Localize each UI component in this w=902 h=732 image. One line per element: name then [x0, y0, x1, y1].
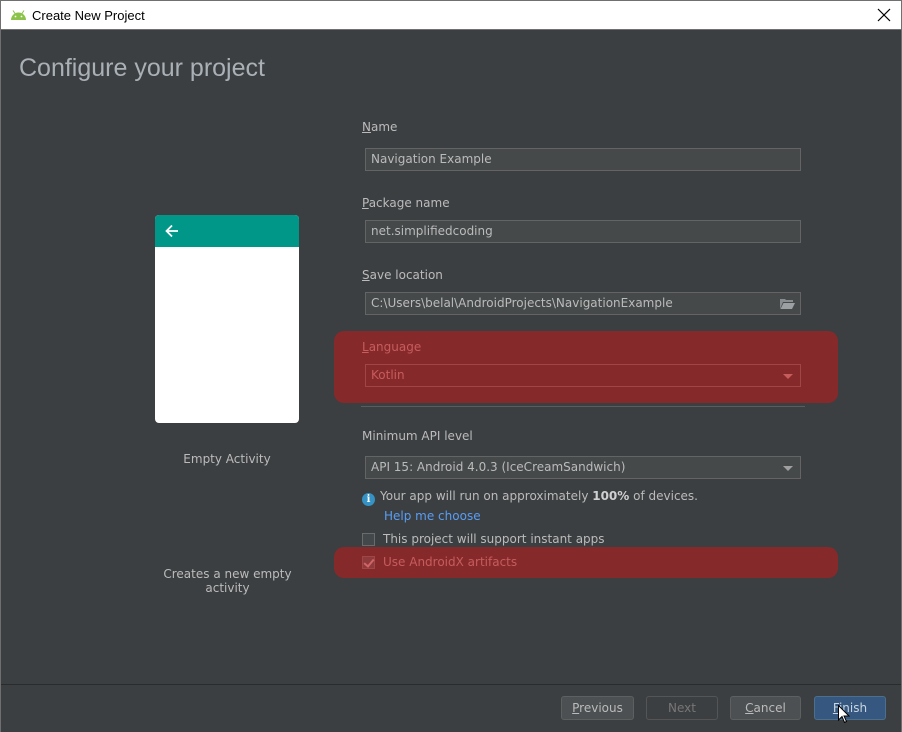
checkbox[interactable] [362, 533, 375, 546]
footer-divider [1, 684, 901, 685]
language-dropdown[interactable]: Kotlin [365, 364, 801, 387]
help-me-choose-link[interactable]: Help me choose [384, 509, 481, 523]
language-label: Language [362, 340, 422, 354]
save-location-field[interactable]: C:\Users\belal\AndroidProjects\Navigatio… [365, 292, 801, 315]
min-api-label: Minimum API level [362, 429, 473, 443]
previous-button[interactable]: Previous [561, 696, 634, 720]
preview-toolbar [155, 215, 299, 247]
language-value: Kotlin [371, 368, 405, 382]
device-coverage-info: i Your app will run on approximately 100%… [362, 489, 698, 506]
back-arrow-icon [165, 224, 178, 238]
window-title: Create New Project [32, 8, 145, 23]
separator [361, 406, 805, 407]
page-title: Configure your project [19, 54, 265, 82]
close-icon[interactable] [876, 7, 892, 23]
chevron-down-icon [783, 374, 793, 379]
min-api-value: API 15: Android 4.0.3 (IceCreamSandwich) [371, 460, 626, 474]
next-button[interactable]: Next [646, 696, 718, 720]
name-label: Name [362, 120, 398, 134]
chevron-down-icon [783, 466, 793, 471]
androidx-checkbox[interactable]: Use AndroidX artifacts [362, 555, 517, 569]
folder-open-icon[interactable] [780, 298, 795, 309]
save-location-input[interactable]: C:\Users\belal\AndroidProjects\Navigatio… [371, 296, 673, 310]
template-name: Empty Activity [183, 452, 271, 466]
template-description: Creates a new empty activity [163, 567, 292, 595]
title-bar: Create New Project [0, 0, 902, 30]
instant-apps-checkbox[interactable]: This project will support instant apps [362, 532, 605, 546]
mouse-cursor-icon [838, 705, 850, 724]
min-api-dropdown[interactable]: API 15: Android 4.0.3 (IceCreamSandwich) [365, 456, 801, 479]
save-location-label: Save location [362, 268, 443, 282]
template-preview [155, 215, 299, 423]
name-input[interactable]: Navigation Example [365, 148, 801, 171]
android-icon [11, 10, 26, 20]
checkbox-checked[interactable] [362, 556, 375, 569]
cancel-button[interactable]: Cancel [730, 696, 801, 720]
package-name-label: Package name [362, 196, 450, 210]
package-name-input[interactable]: net.simplifiedcoding [365, 220, 801, 243]
finish-button[interactable]: Finish [814, 696, 886, 720]
info-icon: i [362, 493, 375, 506]
